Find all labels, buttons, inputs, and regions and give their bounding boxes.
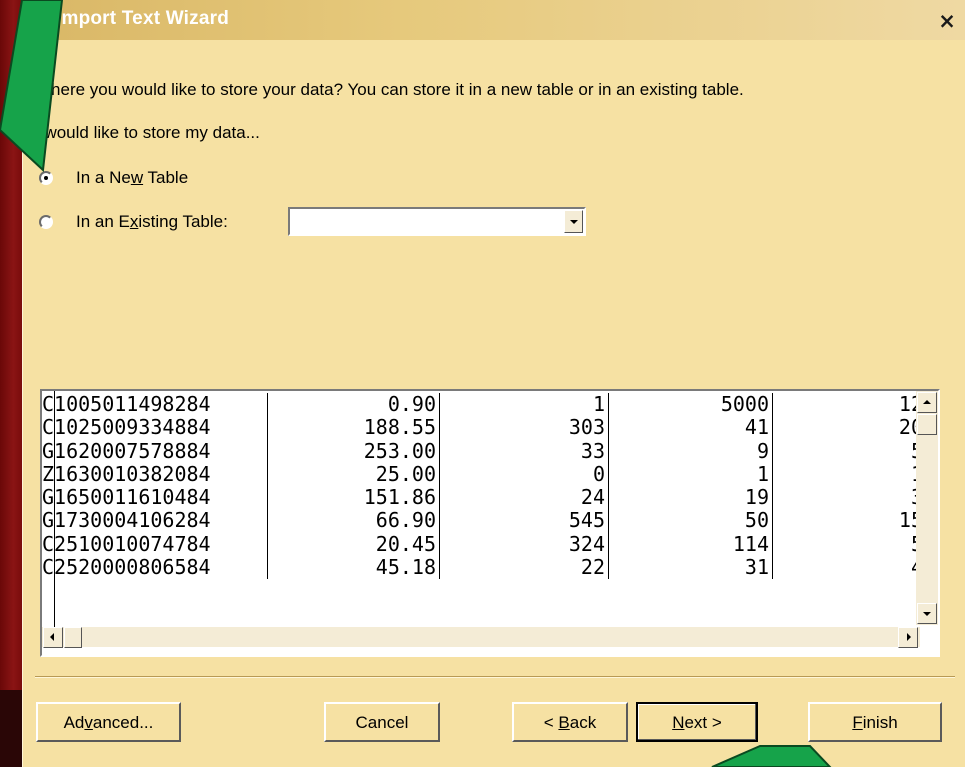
callout-arrow-top-left — [0, 0, 64, 173]
callout-arrow-bottom — [711, 745, 832, 767]
callout-overlay — [0, 0, 832, 767]
